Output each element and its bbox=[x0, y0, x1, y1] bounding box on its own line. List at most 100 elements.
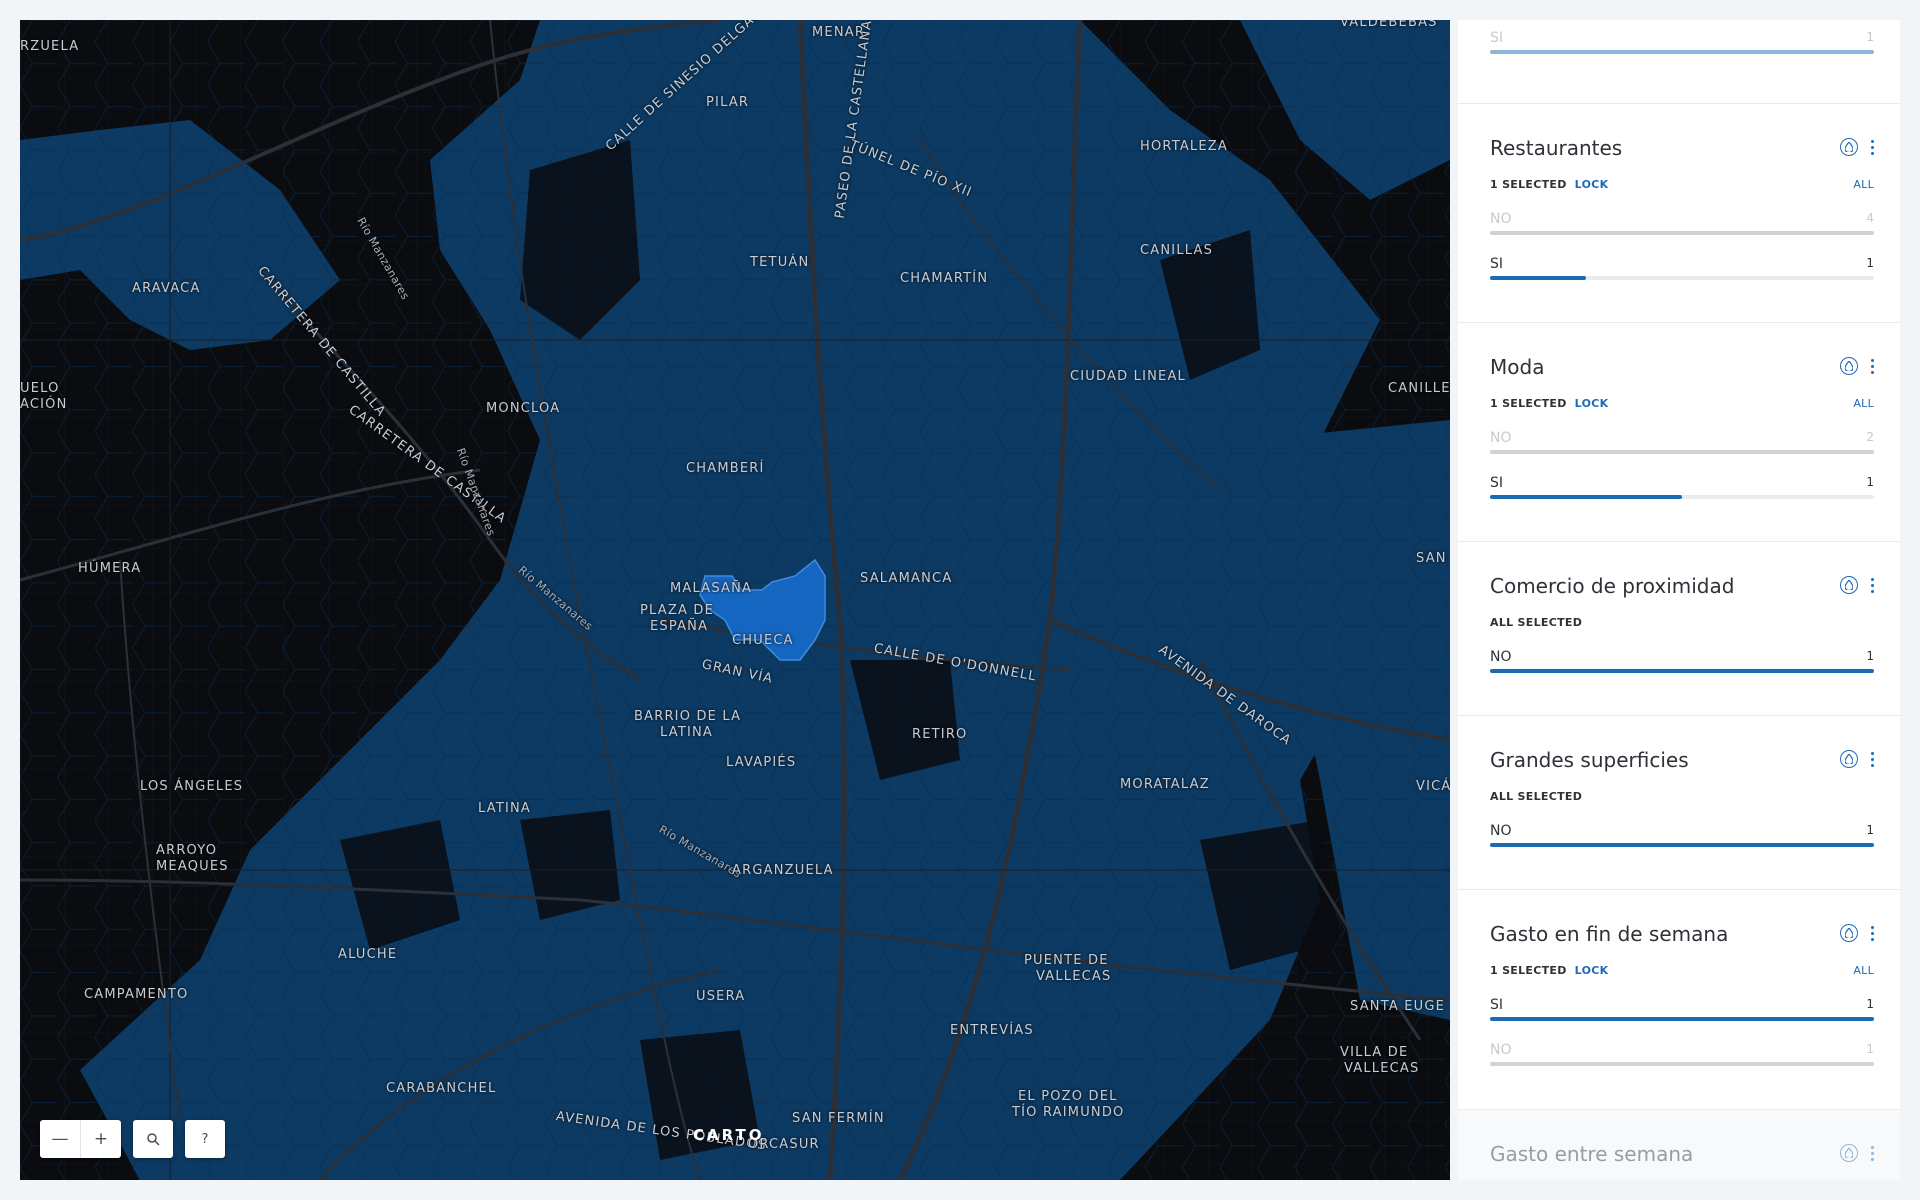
category-widget: SI 1 bbox=[1458, 20, 1900, 104]
category-count: 2 bbox=[1866, 430, 1874, 444]
lock-link[interactable]: LOCK bbox=[1575, 178, 1609, 191]
search-icon bbox=[147, 1133, 160, 1146]
map-label-district: CHUECA bbox=[732, 633, 794, 648]
category-bar-fill bbox=[1490, 843, 1874, 847]
map-label-district: PUENTE DE bbox=[1024, 953, 1109, 968]
map-label-district: EL POZO DEL bbox=[1018, 1089, 1118, 1104]
map-label-district: ARAVACA bbox=[132, 281, 201, 296]
map-label-district: LOS ÁNGELES bbox=[140, 779, 244, 794]
map-label-district: SANTA EUGE bbox=[1350, 999, 1446, 1014]
map-controls: — + ? bbox=[40, 1120, 225, 1158]
category-item[interactable]: NO 1 bbox=[1490, 1042, 1874, 1068]
zoom-in-button[interactable]: + bbox=[81, 1120, 121, 1158]
category-name: SI bbox=[1490, 475, 1504, 491]
map-label-district: VICÁLVA bbox=[1416, 779, 1450, 794]
carto-attribution[interactable]: CARTO bbox=[693, 1126, 764, 1144]
category-item[interactable]: NO 2 bbox=[1490, 430, 1874, 456]
map-label-district: CANILLE bbox=[1388, 381, 1450, 396]
drop-icon bbox=[1845, 361, 1853, 371]
lock-link[interactable]: LOCK bbox=[1575, 964, 1609, 977]
more-options-icon[interactable] bbox=[1870, 925, 1874, 941]
selection-state: 1 SELECTED bbox=[1490, 178, 1567, 191]
map-view[interactable]: RZUELA MENAR VALDEBEBAS PILAR CALLE DE SINES… bbox=[20, 20, 1450, 1180]
category-bar-track bbox=[1490, 231, 1874, 235]
category-bar-fill bbox=[1490, 50, 1874, 54]
category-bar-fill bbox=[1490, 1017, 1874, 1021]
select-all-link[interactable]: ALL bbox=[1853, 178, 1874, 191]
drop-icon bbox=[1845, 580, 1853, 590]
map-label-district: LATINA bbox=[660, 725, 714, 740]
more-options-icon[interactable] bbox=[1870, 358, 1874, 374]
category-bar-fill bbox=[1490, 276, 1586, 280]
category-bar-track bbox=[1490, 450, 1874, 454]
category-bar-fill bbox=[1490, 669, 1874, 673]
map-label-district: SALAMANCA bbox=[860, 571, 953, 586]
colorize-drop-icon[interactable] bbox=[1840, 576, 1858, 594]
selection-state: ALL SELECTED bbox=[1490, 790, 1583, 803]
lock-link[interactable]: LOCK bbox=[1575, 397, 1609, 410]
help-button[interactable]: ? bbox=[185, 1120, 225, 1158]
widget-title: Gasto entre semana bbox=[1490, 1142, 1694, 1166]
category-widget: Gasto en fin de semana 1 SELECTED LOCK ALL S… bbox=[1458, 890, 1900, 1110]
category-item[interactable]: SI 1 bbox=[1490, 475, 1874, 501]
zoom-controls: — + bbox=[40, 1120, 121, 1158]
map-label-district: RETIRO bbox=[912, 727, 968, 742]
category-count: 1 bbox=[1866, 475, 1874, 489]
widget-title: Restaurantes bbox=[1490, 136, 1623, 160]
colorize-drop-icon[interactable] bbox=[1840, 750, 1858, 768]
map-label-district: ESPAÑA bbox=[650, 619, 709, 634]
zoom-out-button[interactable]: — bbox=[40, 1120, 81, 1158]
category-widget: Moda 1 SELECTED LOCK ALL NO 2 SI 1 bbox=[1458, 323, 1900, 542]
drop-icon bbox=[1845, 928, 1853, 938]
colorize-drop-icon[interactable] bbox=[1840, 1144, 1858, 1162]
category-item[interactable]: SI 1 bbox=[1490, 997, 1874, 1023]
widgets-panel[interactable]: SI 1 Restaurantes 1 SELECTED LOCK ALL NO 4 SI 1 Mo… bbox=[1458, 20, 1900, 1180]
widget-title: Moda bbox=[1490, 355, 1545, 379]
category-widget: Gasto entre semana bbox=[1458, 1110, 1900, 1180]
map-label-district: ARROYO bbox=[156, 843, 218, 858]
map-basemap bbox=[20, 20, 1450, 1180]
widget-actions bbox=[1840, 750, 1874, 768]
map-label-district: TETUÁN bbox=[750, 255, 810, 270]
map-label-district: CANILLAS bbox=[1140, 243, 1214, 258]
map-label-district: MORATALAZ bbox=[1120, 777, 1210, 792]
map-label-district: USERA bbox=[696, 989, 746, 1004]
category-widget: Restaurantes 1 SELECTED LOCK ALL NO 4 SI 1 bbox=[1458, 104, 1900, 323]
map-label-district: MALASAÑA bbox=[670, 581, 753, 596]
widget-actions bbox=[1840, 576, 1874, 594]
selection-state: ALL SELECTED bbox=[1490, 616, 1583, 629]
map-label-district: CAMPAMENTO bbox=[84, 987, 189, 1002]
more-options-icon[interactable] bbox=[1870, 1145, 1874, 1161]
category-item[interactable]: SI 1 bbox=[1490, 30, 1874, 56]
widget-title: Comercio de proximidad bbox=[1490, 574, 1735, 598]
search-button[interactable] bbox=[133, 1120, 173, 1158]
category-bar-track bbox=[1490, 1017, 1874, 1021]
selection-row: ALL SELECTED bbox=[1490, 790, 1874, 804]
map-label-district: CIUDAD LINEAL bbox=[1070, 369, 1186, 384]
more-options-icon[interactable] bbox=[1870, 577, 1874, 593]
select-all-link[interactable]: ALL bbox=[1853, 964, 1874, 977]
category-count: 1 bbox=[1866, 1042, 1874, 1056]
category-bar-track bbox=[1490, 50, 1874, 54]
category-bar-fill bbox=[1490, 450, 1874, 454]
category-item[interactable]: NO 1 bbox=[1490, 823, 1874, 849]
colorize-drop-icon[interactable] bbox=[1840, 138, 1858, 156]
category-bar-track bbox=[1490, 843, 1874, 847]
category-name: NO bbox=[1490, 1042, 1512, 1058]
category-bar-track bbox=[1490, 669, 1874, 673]
more-options-icon[interactable] bbox=[1870, 139, 1874, 155]
select-all-link[interactable]: ALL bbox=[1853, 397, 1874, 410]
category-item[interactable]: NO 1 bbox=[1490, 649, 1874, 675]
map-label-district: CHAMARTÍN bbox=[900, 271, 989, 286]
category-item[interactable]: NO 4 bbox=[1490, 211, 1874, 237]
colorize-drop-icon[interactable] bbox=[1840, 357, 1858, 375]
category-count: 1 bbox=[1866, 649, 1874, 663]
widget-actions bbox=[1840, 357, 1874, 375]
map-label-district: PLAZA DE bbox=[640, 603, 715, 618]
colorize-drop-icon[interactable] bbox=[1840, 924, 1858, 942]
map-label-district: ARGANZUELA bbox=[732, 863, 834, 878]
category-bar-fill bbox=[1490, 231, 1874, 235]
category-name: SI bbox=[1490, 997, 1504, 1013]
category-item[interactable]: SI 1 bbox=[1490, 256, 1874, 282]
more-options-icon[interactable] bbox=[1870, 751, 1874, 767]
